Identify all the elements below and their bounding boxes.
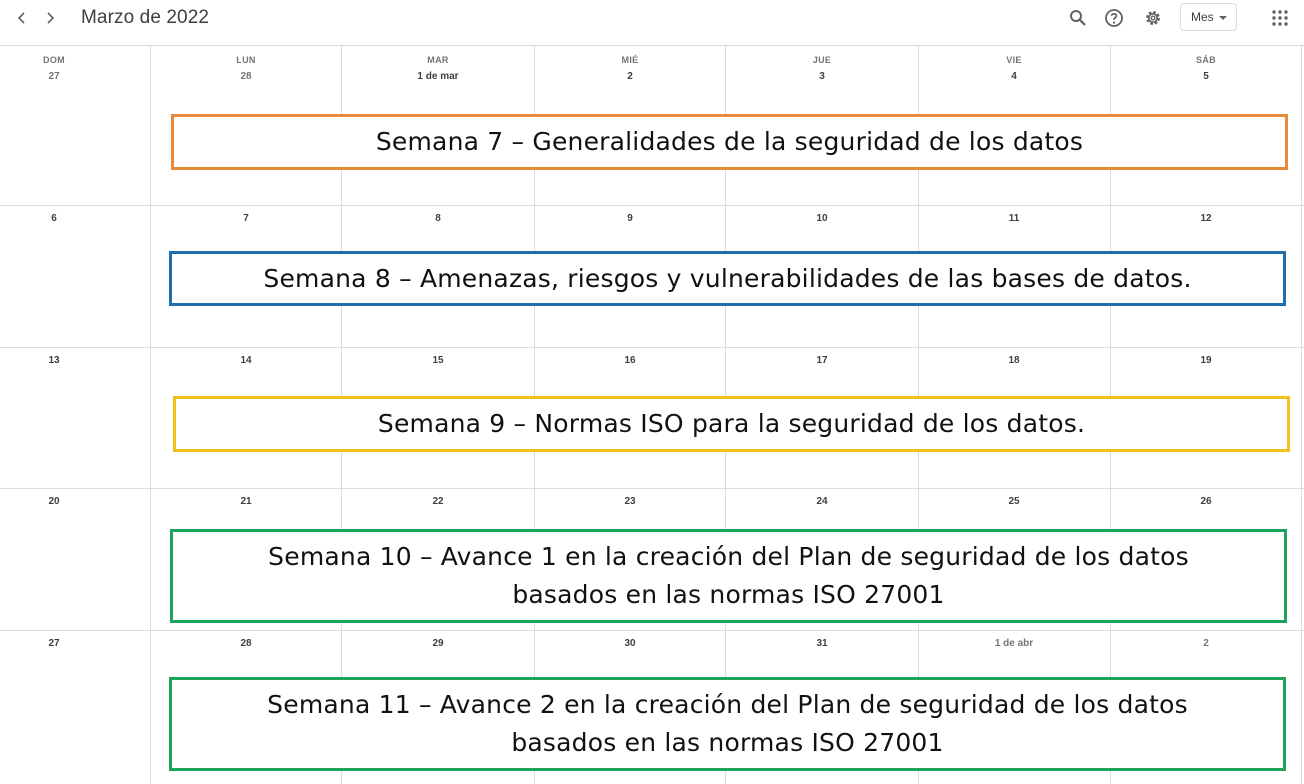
week-9-banner[interactable]: Semana 9 – Normas ISO para la seguridad … [173, 396, 1290, 452]
week-9-banner-text: Semana 9 – Normas ISO para la seguridad … [377, 409, 1086, 438]
day-number[interactable]: 29 [388, 638, 488, 649]
day-number[interactable]: 2 [580, 71, 680, 82]
week-10-banner[interactable]: Semana 10 – Avance 1 en la creación del … [170, 529, 1287, 623]
day-number[interactable]: 3 [772, 71, 872, 82]
grid-row-line [0, 630, 1304, 631]
week-11-banner-text: Semana 11 – Avance 2 en la creación del … [267, 690, 1188, 757]
day-number[interactable]: 28 [196, 71, 296, 82]
previous-month-button[interactable] [10, 6, 34, 30]
day-number[interactable]: 30 [580, 638, 680, 649]
view-selector[interactable]: Mes [1180, 3, 1237, 31]
day-number[interactable]: 14 [196, 355, 296, 366]
weekday-header: LUN [236, 55, 256, 65]
weekday-header: MIÉ [621, 55, 639, 65]
grid-row-line [0, 488, 1304, 489]
day-number[interactable]: 11 [964, 213, 1064, 224]
day-number[interactable]: 8 [388, 213, 488, 224]
grid-row-line [0, 347, 1304, 348]
day-number[interactable]: 20 [4, 496, 104, 507]
gear-icon [1146, 11, 1160, 25]
help-icon [1105, 9, 1123, 27]
settings-button[interactable] [1142, 7, 1164, 29]
day-number[interactable]: 17 [772, 355, 872, 366]
day-number[interactable]: 26 [1156, 496, 1256, 507]
day-number[interactable]: 22 [388, 496, 488, 507]
week-8-banner-text: Semana 8 – Amenazas, riesgos y vulnerabi… [263, 263, 1192, 293]
day-number[interactable]: 7 [196, 213, 296, 224]
day-number[interactable]: 5 [1156, 71, 1256, 82]
grid-row-line [0, 205, 1304, 206]
caret-down-icon [1219, 16, 1227, 20]
month-title: Marzo de 2022 [81, 7, 210, 28]
week-10-banner-text: Semana 10 – Avance 1 en la creación del … [268, 542, 1189, 609]
day-number[interactable]: 19 [1156, 355, 1256, 366]
search-icon [1070, 10, 1086, 26]
weekday-header: MAR [427, 55, 449, 65]
day-number[interactable]: 31 [772, 638, 872, 649]
grid-column-line [150, 46, 151, 784]
day-number[interactable]: 27 [4, 638, 104, 649]
day-number[interactable]: 2 [1156, 638, 1256, 649]
day-number[interactable]: 27 [4, 71, 104, 82]
day-number[interactable]: 18 [964, 355, 1064, 366]
day-number[interactable]: 9 [580, 213, 680, 224]
top-bar: Marzo de 2022 Mes [0, 0, 1304, 36]
day-number[interactable]: 6 [4, 213, 104, 224]
day-number[interactable]: 15 [388, 355, 488, 366]
day-number[interactable]: 10 [772, 213, 872, 224]
week-8-banner[interactable]: Semana 8 – Amenazas, riesgos y vulnerabi… [169, 251, 1286, 306]
apps-button[interactable] [1269, 7, 1291, 29]
chevron-left-icon [17, 12, 25, 24]
week-7-banner[interactable]: Semana 7 – Generalidades de la seguridad… [171, 114, 1288, 170]
day-number[interactable]: 1 de mar [388, 71, 488, 82]
search-button[interactable] [1067, 7, 1089, 29]
day-number[interactable]: 1 de abr [964, 638, 1064, 649]
day-number[interactable]: 28 [196, 638, 296, 649]
week-11-banner[interactable]: Semana 11 – Avance 2 en la creación del … [169, 677, 1286, 771]
grid-column-line [1301, 46, 1302, 784]
day-number[interactable]: 25 [964, 496, 1064, 507]
next-month-button[interactable] [38, 6, 62, 30]
weekday-header: DOM [43, 55, 65, 65]
weekday-header: JUE [812, 55, 832, 65]
day-number[interactable]: 16 [580, 355, 680, 366]
help-button[interactable] [1103, 7, 1125, 29]
day-number[interactable]: 24 [772, 496, 872, 507]
day-number[interactable]: 12 [1156, 213, 1256, 224]
weekday-header: SÁB [1196, 55, 1216, 65]
weekday-header: VIE [1006, 55, 1022, 65]
day-number[interactable]: 4 [964, 71, 1064, 82]
calendar-app: Marzo de 2022 Mes DOM LUN MAR MIÉ JUE VI… [0, 0, 1304, 784]
week-7-banner-text: Semana 7 – Generalidades de la seguridad… [375, 127, 1084, 156]
day-number[interactable]: 13 [4, 355, 104, 366]
view-selector-label: Mes [1191, 10, 1214, 24]
day-number[interactable]: 23 [580, 496, 680, 507]
apps-grid-icon [1272, 10, 1288, 26]
day-number[interactable]: 21 [196, 496, 296, 507]
chevron-right-icon [47, 12, 55, 24]
